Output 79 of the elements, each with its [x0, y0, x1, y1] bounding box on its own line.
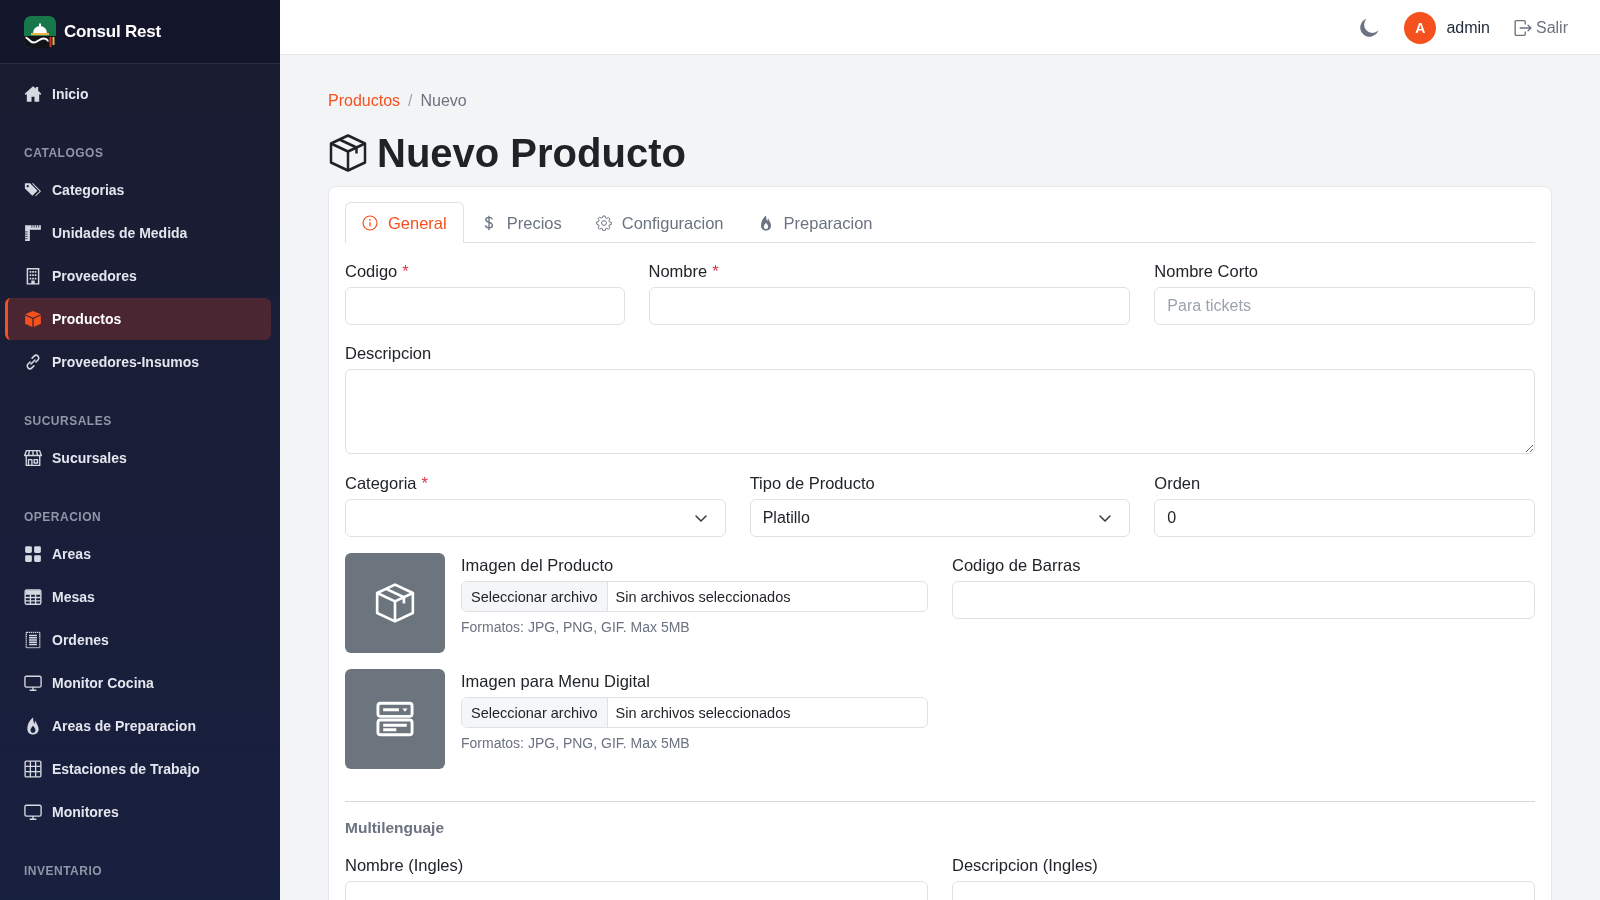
- textarea-field[interactable]: [345, 369, 1535, 454]
- section-heading: CATALOGOS: [23, 145, 105, 161]
- moon-icon[interactable]: [1359, 17, 1380, 38]
- box-icon: [24, 310, 42, 328]
- info-icon: [362, 215, 378, 231]
- four-squares-icon: [24, 545, 42, 563]
- link-icon: [24, 353, 42, 371]
- field-label: Nombre Corto: [1154, 261, 1258, 282]
- select-field[interactable]: [345, 499, 726, 537]
- nav-item[interactable]: Ordenes: [5, 619, 271, 661]
- input-field[interactable]: 0: [1154, 499, 1535, 537]
- field-label: Orden: [1154, 473, 1201, 494]
- user-avatar: A: [1404, 11, 1437, 44]
- field-label: Nombre *: [648, 261, 719, 282]
- page-title: Nuevo Producto: [377, 130, 686, 176]
- breadcrumb-current: Nuevo: [420, 91, 467, 111]
- brand-name: Consul Rest: [64, 21, 161, 42]
- nav-item[interactable]: Sucursales: [5, 437, 271, 479]
- nav-item[interactable]: Proveedores: [5, 255, 271, 297]
- input-field[interactable]: Para tickets: [1154, 287, 1535, 325]
- monitor-icon: [24, 674, 42, 692]
- input-field[interactable]: [345, 287, 625, 325]
- user-name: admin: [1446, 18, 1490, 37]
- section-heading: INVENTARIO: [23, 863, 104, 879]
- format-hint: Formatos: JPG, PNG, GIF. Max 5MB: [461, 734, 690, 753]
- breadcrumb-separator: /: [408, 91, 413, 111]
- tab[interactable]: Precios: [463, 202, 579, 243]
- grid-icon: [24, 760, 42, 778]
- table-icon: [24, 588, 42, 606]
- field-label: Codigo *: [345, 261, 409, 282]
- logout-button[interactable]: Salir: [1514, 18, 1568, 37]
- nav-item[interactable]: Mesas: [5, 576, 271, 618]
- home-icon: [24, 85, 42, 103]
- field-label: Tipo de Producto: [749, 473, 875, 494]
- field-label: Categoria *: [345, 473, 428, 494]
- choose-file-button[interactable]: Seleccionar archivo: [462, 698, 608, 727]
- tab[interactable]: Preparacion: [740, 202, 890, 243]
- gear-icon: [595, 215, 612, 231]
- logo-icon: [24, 15, 56, 48]
- field-label: Descripcion: [345, 343, 432, 364]
- select-field[interactable]: Platillo: [749, 499, 1131, 537]
- section-heading: SUCURSALES: [23, 413, 113, 429]
- field-label: Codigo de Barras: [952, 555, 1081, 576]
- nav-item[interactable]: Monitor Cocina: [5, 662, 271, 704]
- nav-item[interactable]: Areas: [5, 533, 271, 575]
- file-status-text: Sin archivos seleccionados: [614, 703, 792, 723]
- exit-icon: [1514, 18, 1532, 37]
- field-label: Nombre (Ingles): [345, 855, 464, 876]
- file-input[interactable]: Seleccionar archivo Sin archivos seleccionados: [461, 697, 928, 728]
- section-heading: OPERACION: [23, 509, 103, 525]
- monitor-icon: [24, 803, 42, 821]
- nav-item[interactable]: Estaciones de Trabajo: [5, 748, 271, 790]
- shop-icon: [24, 449, 42, 467]
- section-heading: Multilenguaje: [345, 818, 445, 838]
- nav-item[interactable]: Areas de Preparacion: [5, 705, 271, 747]
- tags-icon: [24, 181, 42, 199]
- receipt-icon: [24, 631, 42, 649]
- input-field[interactable]: [648, 287, 1131, 325]
- nav-item[interactable]: Inicio: [5, 73, 271, 115]
- box-icon: [374, 582, 416, 624]
- file-status-text: Sin archivos seleccionados: [614, 587, 792, 607]
- ruler-icon: [24, 224, 42, 242]
- field-label: Imagen del Producto: [461, 555, 614, 576]
- file-input[interactable]: Seleccionar archivo Sin archivos seleccionados: [461, 581, 928, 612]
- tab[interactable]: Configuracion: [578, 202, 741, 243]
- field-label: Descripcion (Ingles): [952, 855, 1098, 876]
- nav-item[interactable]: Productos: [5, 298, 271, 340]
- building-icon: [24, 267, 42, 285]
- nav-item[interactable]: Categorias: [5, 169, 271, 211]
- nav-item[interactable]: Unidades de Medida: [5, 212, 271, 254]
- field-label: Imagen para Menu Digital: [461, 671, 650, 692]
- tab[interactable]: General: [345, 202, 464, 243]
- nav-item[interactable]: Monitores: [5, 791, 271, 833]
- flame-icon: [24, 717, 42, 735]
- nav-item[interactable]: Proveedores-Insumos: [5, 341, 271, 383]
- choose-file-button[interactable]: Seleccionar archivo: [462, 582, 608, 611]
- input-field[interactable]: [952, 581, 1535, 619]
- box-icon: [328, 133, 368, 173]
- format-hint: Formatos: JPG, PNG, GIF. Max 5MB: [461, 618, 690, 637]
